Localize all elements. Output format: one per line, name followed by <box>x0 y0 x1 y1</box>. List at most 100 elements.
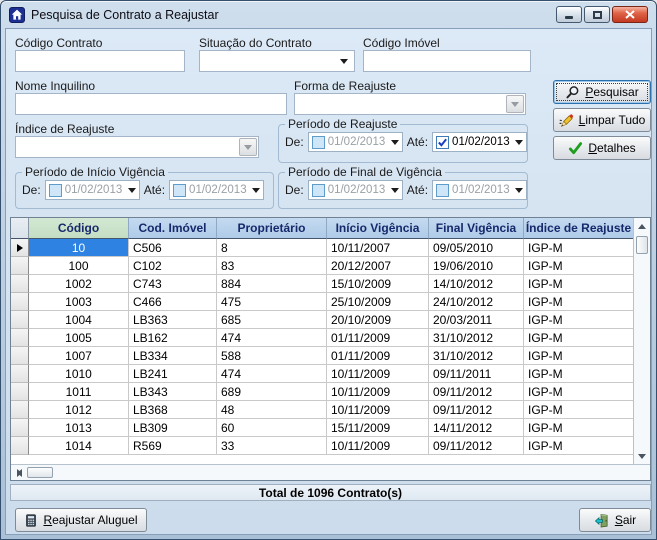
grid-cell[interactable]: IGP-M <box>524 383 633 401</box>
chevron-down-icon[interactable] <box>340 59 348 64</box>
grid-cell[interactable]: IGP-M <box>524 257 633 275</box>
grid-cell[interactable]: 1014 <box>29 437 129 455</box>
chevron-down-icon[interactable] <box>128 188 136 193</box>
grid-cell[interactable]: 25/10/2009 <box>327 293 429 311</box>
checkbox-unchecked[interactable] <box>173 184 186 197</box>
pesquisar-button[interactable]: Pesquisar <box>553 80 651 104</box>
grid-cell[interactable]: 09/11/2012 <box>429 437 524 455</box>
grid-cell[interactable]: 83 <box>217 257 327 275</box>
grid-cell[interactable]: 10 <box>29 239 129 257</box>
vertical-scroll-thumb[interactable] <box>636 236 648 254</box>
codigo-contrato-input[interactable] <box>15 50 185 72</box>
grid-cell[interactable]: 15/10/2009 <box>327 275 429 293</box>
grid-cell[interactable]: 1007 <box>29 347 129 365</box>
grid-cell[interactable]: IGP-M <box>524 365 633 383</box>
grid-cell[interactable]: LB309 <box>129 419 217 437</box>
checkbox-checked[interactable] <box>436 136 449 149</box>
reajustar-aluguel-button[interactable]: Reajustar Aluguel <box>15 508 147 532</box>
date-picker-inicio-de[interactable]: 01/02/2013 <box>45 180 140 200</box>
table-row[interactable]: 100C1028320/12/200719/06/2010IGP-M <box>11 257 633 275</box>
grid-cell[interactable]: 60 <box>217 419 327 437</box>
maximize-button[interactable] <box>584 6 610 23</box>
scroll-up-button[interactable] <box>634 218 650 234</box>
table-row[interactable]: 1007LB33458801/11/200931/10/2012IGP-M <box>11 347 633 365</box>
grid-cell[interactable]: IGP-M <box>524 239 633 257</box>
grid-cell[interactable]: LB241 <box>129 365 217 383</box>
grid-cell[interactable]: 10/11/2009 <box>327 401 429 419</box>
grid-cell[interactable]: 475 <box>217 293 327 311</box>
grid-cell[interactable]: 474 <box>217 329 327 347</box>
grid-cell[interactable]: 09/11/2011 <box>429 365 524 383</box>
chevron-down-icon[interactable] <box>391 188 399 193</box>
close-button[interactable] <box>612 6 648 23</box>
table-row[interactable]: 1014R5693310/11/200909/11/2012IGP-M <box>11 437 633 455</box>
grid-cell[interactable]: 689 <box>217 383 327 401</box>
grid-cell[interactable]: IGP-M <box>524 329 633 347</box>
date-picker-final-de[interactable]: 01/02/2013 <box>308 180 403 200</box>
row-selector[interactable] <box>11 275 29 293</box>
grid-cell[interactable]: 20/03/2011 <box>429 311 524 329</box>
grid-cell[interactable]: 685 <box>217 311 327 329</box>
detalhes-button[interactable]: Detalhes <box>553 136 651 160</box>
table-row[interactable]: 1002C74388415/10/200914/10/2012IGP-M <box>11 275 633 293</box>
grid-cell[interactable]: 474 <box>217 365 327 383</box>
grid-cell[interactable]: C466 <box>129 293 217 311</box>
table-row[interactable]: 1003C46647525/10/200924/10/2012IGP-M <box>11 293 633 311</box>
grid-cell[interactable]: 1012 <box>29 401 129 419</box>
nome-inquilino-input[interactable] <box>15 93 287 115</box>
date-picker-reajuste-de[interactable]: 01/02/2013 <box>308 132 403 152</box>
row-selector[interactable] <box>11 365 29 383</box>
grid-cell[interactable]: IGP-M <box>524 401 633 419</box>
scroll-down-button[interactable] <box>634 448 650 464</box>
table-row[interactable]: 1013LB3096015/11/200914/11/2012IGP-M <box>11 419 633 437</box>
checkbox-unchecked[interactable] <box>49 184 62 197</box>
table-row[interactable]: 1012LB3684810/11/200909/11/2012IGP-M <box>11 401 633 419</box>
grid-cell[interactable]: 1010 <box>29 365 129 383</box>
codigo-imovel-input[interactable] <box>363 50 531 72</box>
date-picker-inicio-ate[interactable]: 01/02/2013 <box>169 180 264 200</box>
grid-cell[interactable]: 09/11/2012 <box>429 401 524 419</box>
table-row[interactable]: 1004LB36368520/10/200920/03/2011IGP-M <box>11 311 633 329</box>
grid-cell[interactable]: R569 <box>129 437 217 455</box>
grid-cell[interactable]: 1013 <box>29 419 129 437</box>
grid-cell[interactable]: 31/10/2012 <box>429 329 524 347</box>
grid-cell[interactable]: 10/11/2007 <box>327 239 429 257</box>
grid-cell[interactable]: 31/10/2012 <box>429 347 524 365</box>
row-selector[interactable] <box>11 401 29 419</box>
table-row[interactable]: 1010LB24147410/11/200909/11/2011IGP-M <box>11 365 633 383</box>
grid-cell[interactable]: 01/11/2009 <box>327 347 429 365</box>
row-selector[interactable] <box>11 311 29 329</box>
chevron-down-icon[interactable] <box>252 188 260 193</box>
grid-cell[interactable]: 20/12/2007 <box>327 257 429 275</box>
grid-cell[interactable]: 1004 <box>29 311 129 329</box>
column-header-proprietario[interactable]: Proprietário <box>217 218 327 239</box>
titlebar[interactable]: Pesquisa de Contrato a Reajustar <box>5 1 652 28</box>
checkbox-unchecked[interactable] <box>312 184 325 197</box>
checkbox-unchecked[interactable] <box>436 184 449 197</box>
scroll-right-button[interactable] <box>11 465 27 480</box>
grid-cell[interactable]: 588 <box>217 347 327 365</box>
minimize-button[interactable] <box>556 6 582 23</box>
grid-cell[interactable]: C102 <box>129 257 217 275</box>
date-picker-final-ate[interactable]: 01/02/2013 <box>432 180 527 200</box>
date-picker-reajuste-ate[interactable]: 01/02/2013 <box>432 132 527 152</box>
grid-cell[interactable]: 1005 <box>29 329 129 347</box>
checkbox-unchecked[interactable] <box>312 136 325 149</box>
grid-cell[interactable]: 09/11/2012 <box>429 383 524 401</box>
vertical-scrollbar[interactable] <box>633 218 650 464</box>
grid-cell[interactable]: 1003 <box>29 293 129 311</box>
grid-cell[interactable]: 8 <box>217 239 327 257</box>
grid-cell[interactable]: IGP-M <box>524 293 633 311</box>
grid-cell[interactable]: IGP-M <box>524 419 633 437</box>
row-selector[interactable] <box>11 437 29 455</box>
row-selector[interactable] <box>11 257 29 275</box>
grid-cell[interactable]: 19/06/2010 <box>429 257 524 275</box>
grid-cell[interactable]: LB368 <box>129 401 217 419</box>
situacao-contrato-combo[interactable] <box>199 50 355 72</box>
row-selector[interactable] <box>11 347 29 365</box>
grid-cell[interactable]: 14/11/2012 <box>429 419 524 437</box>
grid-cell[interactable]: 09/05/2010 <box>429 239 524 257</box>
chevron-down-icon[interactable] <box>515 140 523 145</box>
grid-cell[interactable]: 1002 <box>29 275 129 293</box>
grid-cell[interactable]: IGP-M <box>524 347 633 365</box>
